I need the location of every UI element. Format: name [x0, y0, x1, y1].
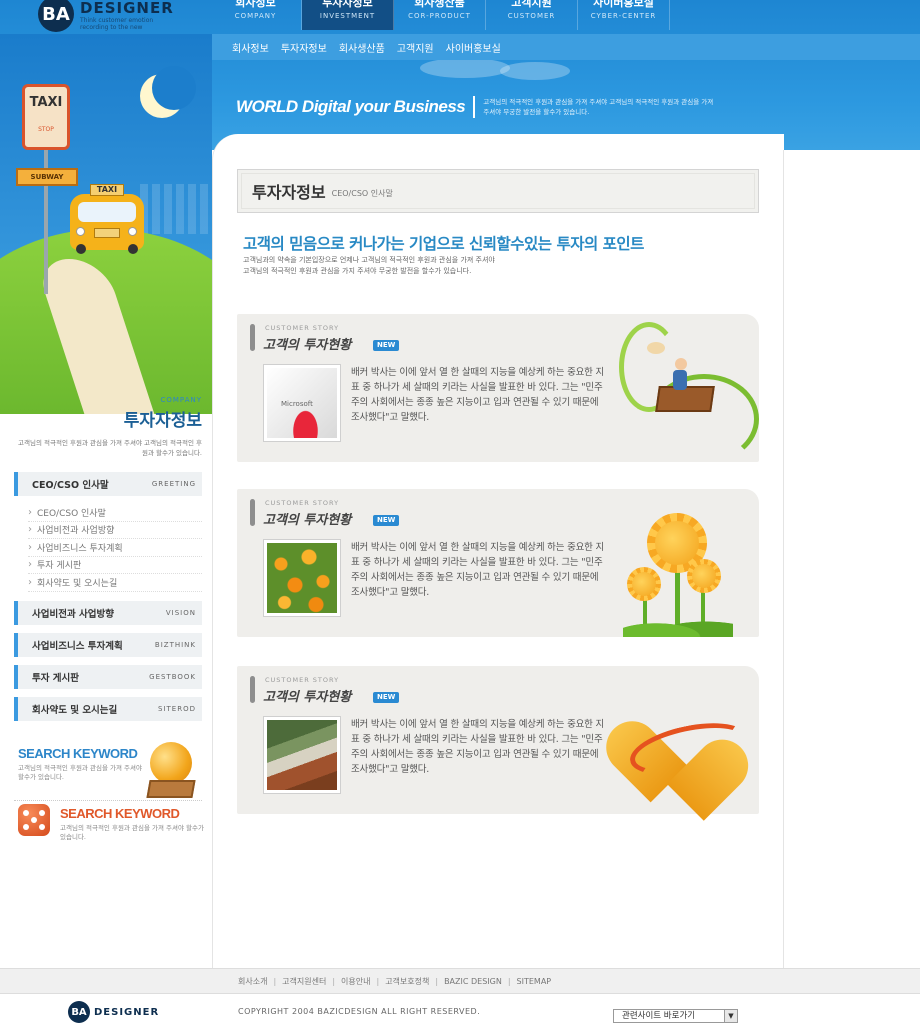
- story-thumbnail[interactable]: [263, 716, 341, 794]
- subnav-item[interactable]: 사이버홍보실: [446, 40, 501, 55]
- sign-post: [44, 144, 48, 294]
- nav-customer[interactable]: 고객지원 CUSTOMER: [486, 0, 578, 30]
- story-thumbnail[interactable]: [263, 539, 341, 617]
- related-sites-select[interactable]: 관련사이트 바로가기 ▼: [613, 1009, 738, 1023]
- menu-item-siterod[interactable]: 회사약도 및 오시는길 SITEROD: [14, 697, 202, 721]
- customer-story-card: CUSTOMER STORY 고객의 투자현황 NEW Microsoft 배커…: [237, 314, 759, 464]
- dice-icon: [18, 804, 50, 836]
- page-title-box: 투자자정보 CEO/CSO 인사말: [237, 169, 759, 213]
- submenu-item[interactable]: 투자 게시판: [28, 557, 202, 574]
- new-badge: NEW: [373, 515, 400, 526]
- submenu-item[interactable]: 사업비즈니스 투자계획: [28, 539, 202, 557]
- book-icon: [146, 780, 196, 798]
- story-title[interactable]: 고객의 투자현황: [263, 334, 351, 353]
- plant-pot-image: [267, 720, 337, 790]
- subnav-item[interactable]: 투자자정보: [281, 40, 327, 55]
- headline: 고객의 믿음으로 커나가는 기업으로 신뢰할수있는 투자의 포인트: [243, 235, 644, 253]
- taxi-illustration: TAXI STOP SUBWAY TAXI: [0, 34, 212, 414]
- slogan-main: WORLD Digital your Business: [236, 97, 466, 116]
- story-text: 배커 박사는 이에 앞서 열 한 살때의 지능을 예상케 하는 중요한 지표 중…: [351, 719, 605, 775]
- footer-link[interactable]: 회사소개: [238, 976, 267, 987]
- new-badge: NEW: [373, 340, 400, 351]
- story-thumbnail[interactable]: Microsoft: [263, 364, 341, 442]
- footer: BA DESIGNER COPYRIGHT 2004 BAZICDESIGN A…: [0, 995, 920, 1024]
- footer-link[interactable]: 고객지원센터: [282, 976, 326, 987]
- main-nav: 회사정보 COMPANY 투자자정보 INVESTMENT 회사생산품 COR-…: [210, 0, 670, 30]
- leaves: [623, 613, 733, 637]
- headline-description: 고객님과의 약속을 기본입장으로 언제나 고객님의 적극적인 후원과 관심을 가…: [243, 256, 495, 275]
- person-icon: [673, 370, 687, 390]
- taxi-roof-sign: TAXI: [90, 184, 124, 196]
- slogan-divider: [473, 96, 476, 118]
- footer-link[interactable]: 고객보호정책: [385, 976, 429, 987]
- slogan: WORLD Digital your Business 고객님의 적극적인 후원…: [236, 96, 713, 118]
- globe-icon: [150, 742, 192, 784]
- submenu-item[interactable]: CEO/CSO 인사말: [28, 504, 202, 522]
- submenu: CEO/CSO 인사말 사업비전과 사업방향 사업비즈니스 투자계획 투자 게시…: [28, 504, 202, 592]
- subway-sign: SUBWAY: [16, 168, 78, 186]
- customer-story-card: CUSTOMER STORY 고객의 투자현황 NEW 배커 박사는 이에 앞서…: [237, 489, 759, 637]
- page-subtitle: CEO/CSO 인사말: [331, 188, 393, 198]
- story-title[interactable]: 고객의 투자현황: [263, 509, 351, 528]
- taxi-sign: TAXI STOP: [22, 84, 70, 150]
- subnav-item[interactable]: 회사생산품: [339, 40, 385, 55]
- menu-item-greeting[interactable]: CEO/CSO 인사말 GREETING: [14, 472, 202, 496]
- logo-name: DESIGNER: [80, 0, 174, 17]
- cloud-decoration: [420, 58, 510, 78]
- subnav-item[interactable]: 고객지원: [397, 40, 434, 55]
- subnav-item[interactable]: 회사정보: [232, 40, 269, 55]
- city-silhouette: [140, 184, 212, 234]
- chevron-down-icon: ▼: [724, 1010, 737, 1022]
- page-title: 투자자정보: [252, 183, 326, 202]
- copyright: COPYRIGHT 2004 BAZICDESIGN ALL RIGHT RES…: [238, 1007, 481, 1016]
- footer-link[interactable]: 이용안내: [341, 976, 370, 987]
- story-text: 배커 박사는 이에 앞서 열 한 살때의 지능을 예상케 하는 중요한 지표 중…: [351, 367, 605, 423]
- nav-investment[interactable]: 투자자정보 INVESTMENT: [302, 0, 394, 30]
- logo-badge: BA: [38, 0, 74, 32]
- sub-nav: 회사정보 투자자정보 회사생산품 고객지원 사이버홍보실: [210, 34, 920, 60]
- taxi-car-icon: [70, 194, 144, 254]
- new-badge: NEW: [373, 692, 400, 703]
- beanstalk-reader-illustration: [609, 314, 759, 464]
- logo-tagline: Think customer emotion recording to the …: [80, 17, 154, 31]
- site-logo[interactable]: BA DESIGNER Think customer emotion recor…: [38, 0, 174, 36]
- sunflower-illustration: [609, 489, 759, 637]
- divider: [14, 800, 202, 801]
- search-keyword-banner[interactable]: SEARCH KEYWORD 고객님의 적극적인 후원과 관심을 가져 주셔야 …: [60, 806, 205, 842]
- marigold-image: [267, 543, 337, 613]
- section-title: COMPANY 투자자정보: [123, 396, 202, 431]
- book-icon: [655, 386, 715, 412]
- search-keyword-banner[interactable]: SEARCH KEYWORD 고객님의 적극적인 후원과 관심을 가져 주셔야 …: [18, 746, 148, 782]
- butterfly-icon: [647, 342, 665, 354]
- footer-link[interactable]: BAZIC DESIGN: [444, 977, 502, 986]
- menu-item-vision[interactable]: 사업비전과 사업방향 VISION: [14, 601, 202, 625]
- footer-nav: 회사소개 | 고객지원센터 | 이용안내 | 고객보호정책 | BAZIC DESIGN…: [0, 968, 920, 994]
- cloud-decoration: [500, 62, 570, 80]
- submenu-item[interactable]: 회사약도 및 오시는길: [28, 574, 202, 592]
- footer-logo[interactable]: BA DESIGNER: [68, 1001, 159, 1023]
- right-column: [783, 150, 920, 968]
- section-description: 고객님의 적극적인 후원과 관심을 가져 주셔야 고객님의 적극적인 후원과 할…: [18, 439, 202, 457]
- story-title[interactable]: 고객의 투자현황: [263, 686, 351, 705]
- nav-company[interactable]: 회사정보 COMPANY: [210, 0, 302, 30]
- submenu-item[interactable]: 사업비전과 사업방향: [28, 522, 202, 539]
- heart-illustration: [595, 666, 759, 821]
- menu-item-gestbook[interactable]: 투자 게시판 GESTBOOK: [14, 665, 202, 689]
- footer-link[interactable]: SITEMAP: [517, 977, 552, 986]
- customer-story-card: CUSTOMER STORY 고객의 투자현황 NEW 배커 박사는 이에 앞서…: [237, 666, 759, 821]
- mouse-image: Microsoft: [267, 368, 337, 438]
- story-text: 배커 박사는 이에 앞서 열 한 살때의 지능을 예상케 하는 중요한 지표 중…: [351, 542, 605, 598]
- nav-cyber-center[interactable]: 사이버홍보실 CYBER-CENTER: [578, 0, 670, 30]
- menu-item-bizthink[interactable]: 사업비즈니스 투자계획 BIZTHINK: [14, 633, 202, 657]
- nav-cor-product[interactable]: 회사생산품 COR-PRODUCT: [394, 0, 486, 30]
- slogan-sub: 고객님의 적극적인 후원과 관심을 가져 주셔야 고객님의 적극적인 후원과 관…: [483, 98, 714, 116]
